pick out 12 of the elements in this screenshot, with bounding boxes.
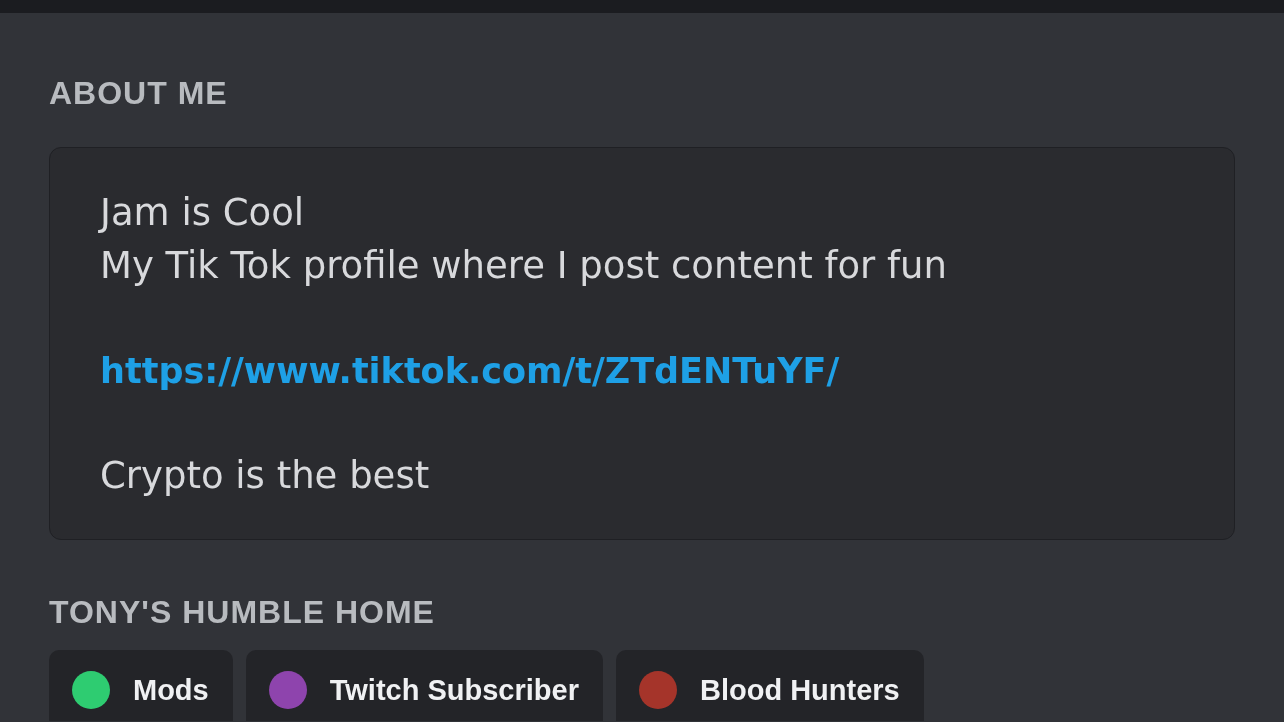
role-tag[interactable]: Mods	[49, 650, 233, 722]
bio-text: My Tik Tok profile where I post content for fun	[100, 242, 947, 289]
role-name: Mods	[133, 673, 209, 709]
profile-link[interactable]: https://www.tiktok.com/t/ZTdENTuYF/	[100, 345, 840, 398]
role-name: Blood Hunters	[699, 673, 900, 709]
bio-text: Crypto is the best	[100, 453, 430, 500]
bio-text: Jam is Cool	[100, 190, 305, 236]
role-tag[interactable]: Twitch Subscriber	[245, 650, 603, 722]
role-name: Twitch Subscriber	[329, 673, 579, 709]
section-heading: ABOUT ME	[48, 74, 229, 113]
section-heading: TONY'S HUMBLE HOME	[48, 593, 436, 633]
role-tag[interactable]: Blood Hunters	[615, 650, 924, 722]
